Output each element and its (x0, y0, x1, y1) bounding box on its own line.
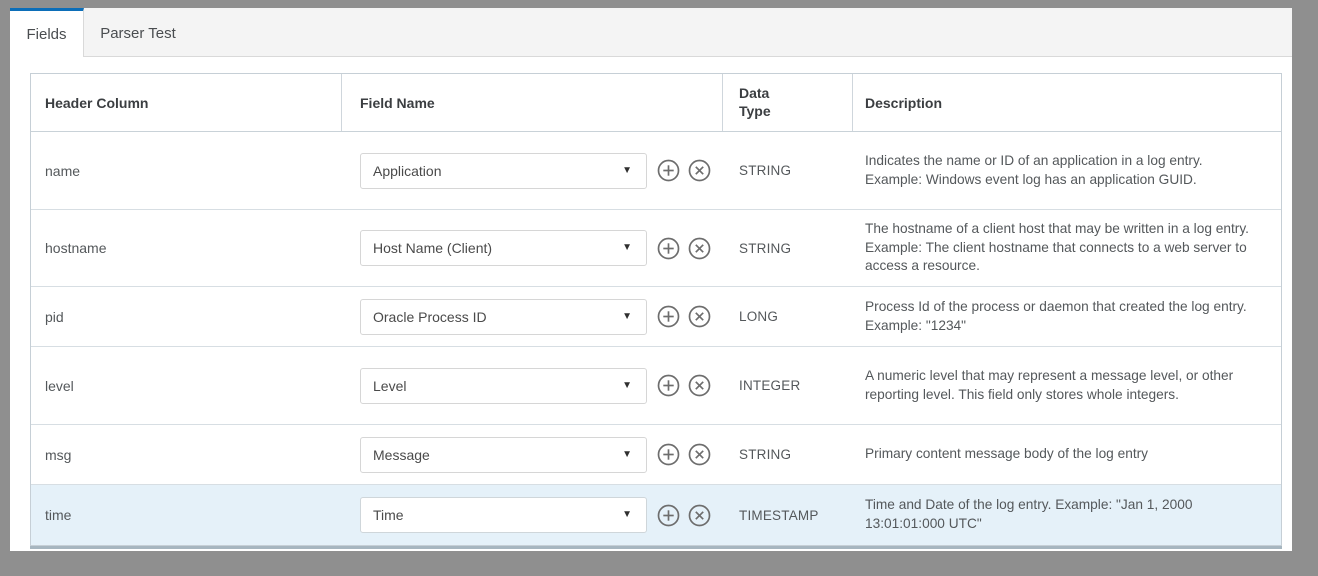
field-name-selected-value: Application (373, 163, 442, 179)
tab-bar: Fields Parser Test (10, 8, 1292, 57)
field-name-cell: Application ▼ (342, 153, 723, 189)
field-name-select[interactable]: Time ▼ (360, 497, 647, 533)
plus-circle-icon (657, 159, 680, 182)
table-row-name: name Application ▼ STRING Indicates the … (31, 132, 1281, 210)
add-field-button[interactable] (657, 443, 680, 466)
x-circle-icon (688, 374, 711, 397)
table-row-hostname: hostname Host Name (Client) ▼ STRING The… (31, 210, 1281, 287)
add-field-button[interactable] (657, 237, 680, 260)
field-name-select[interactable]: Oracle Process ID ▼ (360, 299, 647, 335)
chevron-down-icon: ▼ (622, 165, 632, 176)
chevron-down-icon: ▼ (622, 242, 632, 253)
description-value: The hostname of a client host that may b… (853, 212, 1281, 284)
add-field-button[interactable] (657, 374, 680, 397)
data-type-value: INTEGER (723, 378, 853, 393)
table-row-level: level Level ▼ INTEGER A numeric level th… (31, 347, 1281, 425)
field-name-header: Field Name (342, 74, 723, 131)
x-circle-icon (688, 504, 711, 527)
field-name-cell: Time ▼ (342, 497, 723, 533)
plus-circle-icon (657, 305, 680, 328)
tab-fields[interactable]: Fields (10, 8, 84, 57)
description-header: Description (853, 74, 1281, 131)
remove-field-button[interactable] (688, 305, 711, 328)
data-type-value: TIMESTAMP (723, 508, 853, 523)
chevron-down-icon: ▼ (622, 509, 632, 520)
description-value: Time and Date of the log entry. Example:… (853, 488, 1281, 541)
x-circle-icon (688, 159, 711, 182)
remove-field-button[interactable] (688, 504, 711, 527)
field-name-cell: Message ▼ (342, 437, 723, 473)
field-name-selected-value: Oracle Process ID (373, 309, 487, 325)
header-column-header: Header Column (31, 74, 342, 131)
plus-circle-icon (657, 504, 680, 527)
fields-panel: Fields Parser Test Header Column Field N… (10, 8, 1292, 551)
remove-field-button[interactable] (688, 374, 711, 397)
remove-field-button[interactable] (688, 159, 711, 182)
header-column-value: time (31, 507, 342, 523)
header-column-value: pid (31, 309, 342, 325)
data-type-value: STRING (723, 163, 853, 178)
fields-table-container: Header Column Field Name Data Type Descr… (10, 57, 1292, 549)
chevron-down-icon: ▼ (622, 311, 632, 322)
description-value: A numeric level that may represent a mes… (853, 359, 1281, 412)
add-field-button[interactable] (657, 159, 680, 182)
table-row-msg: msg Message ▼ STRING Primary content mes… (31, 425, 1281, 485)
remove-field-button[interactable] (688, 237, 711, 260)
field-name-selected-value: Message (373, 447, 430, 463)
header-column-value: level (31, 378, 342, 394)
chevron-down-icon: ▼ (622, 449, 632, 460)
header-column-value: hostname (31, 240, 342, 256)
description-value: Process Id of the process or daemon that… (853, 290, 1281, 343)
fields-table: Header Column Field Name Data Type Descr… (30, 73, 1282, 546)
field-name-selected-value: Time (373, 507, 404, 523)
remove-field-button[interactable] (688, 443, 711, 466)
field-name-selected-value: Level (373, 378, 406, 394)
data-type-value: STRING (723, 447, 853, 462)
data-type-value: STRING (723, 241, 853, 256)
field-name-select[interactable]: Message ▼ (360, 437, 647, 473)
table-header-row: Header Column Field Name Data Type Descr… (31, 74, 1281, 132)
description-value: Indicates the name or ID of an applicati… (853, 144, 1281, 197)
x-circle-icon (688, 237, 711, 260)
field-name-cell: Level ▼ (342, 368, 723, 404)
data-type-header: Data Type (723, 74, 853, 131)
field-name-select[interactable]: Application ▼ (360, 153, 647, 189)
data-type-value: LONG (723, 309, 853, 324)
field-name-select[interactable]: Host Name (Client) ▼ (360, 230, 647, 266)
header-column-value: msg (31, 447, 342, 463)
x-circle-icon (688, 305, 711, 328)
x-circle-icon (688, 443, 711, 466)
field-name-select[interactable]: Level ▼ (360, 368, 647, 404)
add-field-button[interactable] (657, 504, 680, 527)
table-row-pid: pid Oracle Process ID ▼ LONG Process Id … (31, 287, 1281, 347)
plus-circle-icon (657, 237, 680, 260)
description-value: Primary content message body of the log … (853, 437, 1281, 472)
tab-parser-test[interactable]: Parser Test (84, 8, 192, 56)
field-name-cell: Host Name (Client) ▼ (342, 230, 723, 266)
chevron-down-icon: ▼ (622, 380, 632, 391)
field-name-selected-value: Host Name (Client) (373, 240, 492, 256)
table-row-time: time Time ▼ TIMESTAMP Time and Date of t… (31, 485, 1281, 545)
plus-circle-icon (657, 374, 680, 397)
horizontal-scrollbar[interactable] (30, 546, 1282, 549)
add-field-button[interactable] (657, 305, 680, 328)
field-name-cell: Oracle Process ID ▼ (342, 299, 723, 335)
header-column-value: name (31, 163, 342, 179)
plus-circle-icon (657, 443, 680, 466)
